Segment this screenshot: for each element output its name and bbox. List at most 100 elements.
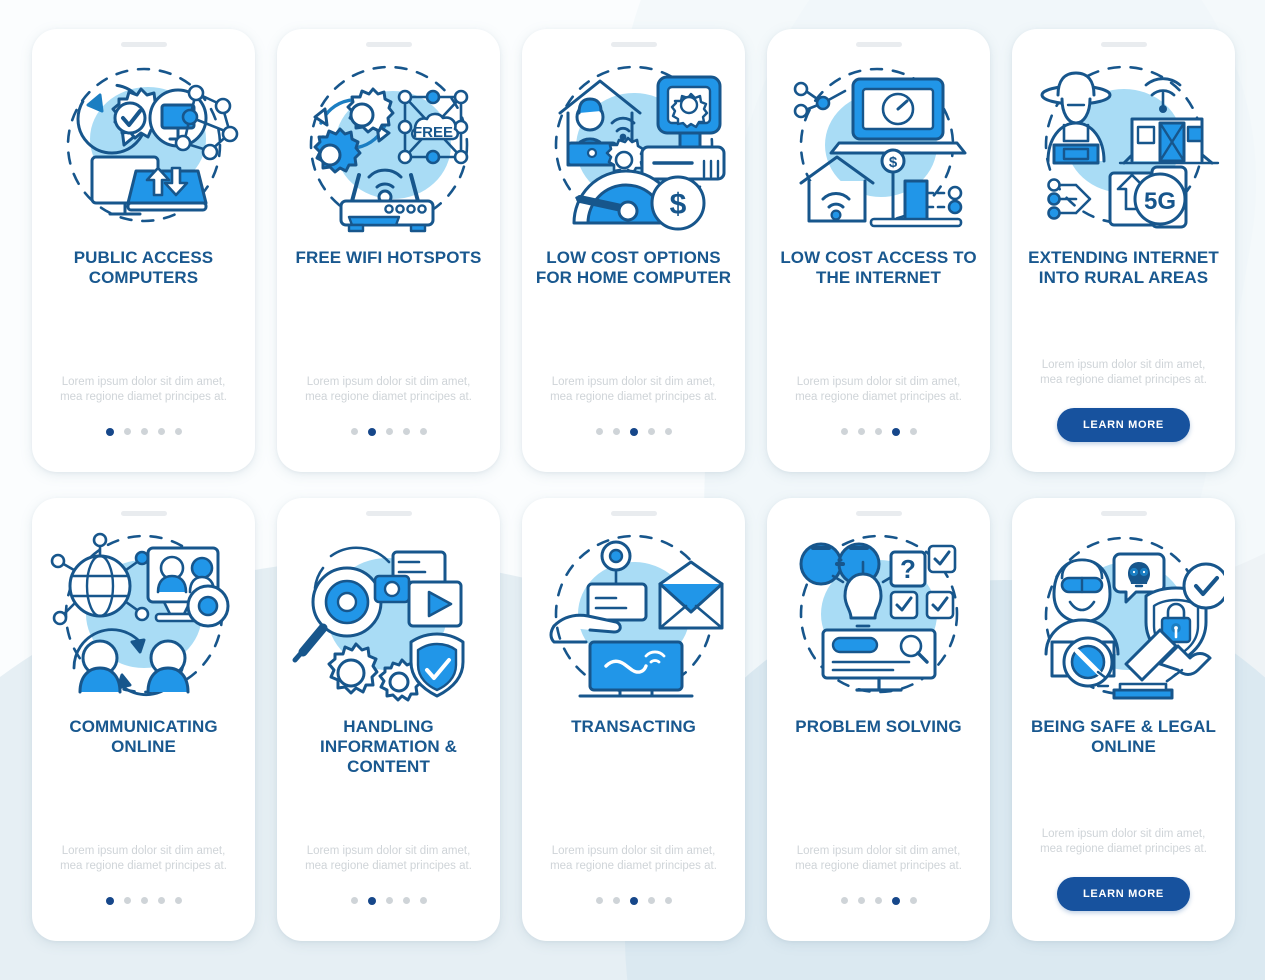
onboarding-screens-grid: PUBLIC ACCESS COMPUTERS Lorem ipsum dolor… xyxy=(0,0,1265,941)
pagination-dot-3[interactable] xyxy=(385,428,393,435)
phone-speaker-bar xyxy=(365,42,412,47)
card-title: TRANSACTING xyxy=(571,717,696,736)
onboarding-card-free-wifi-hotspots[interactable]: FREE FREE WIFI HOTSPOTS Lorem ipsum dolor… xyxy=(277,29,500,472)
svg-text:$: $ xyxy=(669,188,686,221)
globe-network-video-call-users-icon xyxy=(44,528,244,703)
card-body-text: Lorem ipsum dolor sit dim amet, mea regi… xyxy=(305,844,472,872)
pagination-dot-3[interactable] xyxy=(874,428,882,435)
pagination-dot-3[interactable] xyxy=(140,897,148,904)
svg-text:?: ? xyxy=(900,554,916,584)
pagination-dot-5[interactable] xyxy=(174,428,182,435)
learn-more-button[interactable]: LEARN MORE xyxy=(1057,408,1190,442)
pagination-dot-1-active[interactable] xyxy=(105,427,114,436)
lightbulb-checklist-question-search-icon: ? xyxy=(779,528,979,703)
pagination-dot-4[interactable] xyxy=(157,428,165,435)
pagination-dot-3[interactable] xyxy=(874,897,882,904)
card-body-text: Lorem ipsum dolor sit dim amet, mea regi… xyxy=(1040,358,1207,386)
phone-speaker-bar xyxy=(610,511,657,516)
pagination-dot-3[interactable] xyxy=(385,897,393,904)
pagination-dot-3-active[interactable] xyxy=(629,896,638,905)
onboarding-card-public-access-computers[interactable]: PUBLIC ACCESS COMPUTERS Lorem ipsum dolor… xyxy=(32,29,255,472)
card-title: LOW COST OPTIONS FOR HOME COMPUTER xyxy=(535,248,732,288)
pagination-dot-2[interactable] xyxy=(612,428,620,435)
pagination-dot-5[interactable] xyxy=(664,428,672,435)
pagination-dots[interactable] xyxy=(105,427,182,436)
pagination-dot-2[interactable] xyxy=(123,897,131,904)
pagination-dot-4[interactable] xyxy=(647,897,655,904)
card-body-text: Lorem ipsum dolor sit dim amet, mea regi… xyxy=(795,375,962,403)
pagination-dot-1[interactable] xyxy=(840,897,848,904)
pagination-dot-4-active[interactable] xyxy=(891,896,900,905)
pagination-dot-2-active[interactable] xyxy=(367,427,376,436)
pagination-dot-3[interactable] xyxy=(140,428,148,435)
pagination-dot-5[interactable] xyxy=(909,428,917,435)
farmer-barn-5g-upload-icon: 5G xyxy=(1024,59,1224,234)
card-body-text: Lorem ipsum dolor sit dim amet, mea regi… xyxy=(60,844,227,872)
pagination-dot-4[interactable] xyxy=(157,897,165,904)
card-title: LOW COST ACCESS TO THE INTERNET xyxy=(780,248,977,288)
pagination-dot-2[interactable] xyxy=(123,428,131,435)
phone-speaker-bar xyxy=(610,42,657,47)
pagination-dot-4[interactable] xyxy=(402,897,410,904)
pagination-dot-1[interactable] xyxy=(595,897,603,904)
pagination-dots[interactable] xyxy=(595,427,672,436)
learn-more-button[interactable]: LEARN MORE xyxy=(1057,877,1190,911)
pagination-dot-5[interactable] xyxy=(419,428,427,435)
card-body-text: Lorem ipsum dolor sit dim amet, mea regi… xyxy=(795,844,962,872)
pagination-dot-1[interactable] xyxy=(350,897,358,904)
onboarding-card-low-cost-options-for-home-computer[interactable]: $ LOW COST OPTIONS FOR HOME COMPUTER Lore… xyxy=(522,29,745,472)
card-body-text: Lorem ipsum dolor sit dim amet, mea regi… xyxy=(1040,827,1207,855)
svg-text:$: $ xyxy=(888,154,897,171)
card-body-text: Lorem ipsum dolor sit dim amet, mea regi… xyxy=(550,844,717,872)
card-body-text: Lorem ipsum dolor sit dim amet, mea regi… xyxy=(305,375,472,403)
pagination-dot-1-active[interactable] xyxy=(105,896,114,905)
onboarding-card-transacting[interactable]: TRANSACTING Lorem ipsum dolor sit dim ame… xyxy=(522,498,745,941)
onboarding-card-communicating-online[interactable]: COMMUNICATING ONLINE Lorem ipsum dolor si… xyxy=(32,498,255,941)
pagination-dot-2-active[interactable] xyxy=(367,896,376,905)
pagination-dot-2[interactable] xyxy=(857,897,865,904)
pagination-dot-4[interactable] xyxy=(647,428,655,435)
hand-card-envelope-handshake-icon xyxy=(534,528,734,703)
onboarding-card-problem-solving[interactable]: ? PROBLEM SOLVING Lorem ipsum dolor sit d… xyxy=(767,498,990,941)
card-title: COMMUNICATING ONLINE xyxy=(69,717,218,757)
pagination-dot-1[interactable] xyxy=(840,428,848,435)
pagination-dot-5[interactable] xyxy=(664,897,672,904)
home-office-speedometer-dollar-icon: $ xyxy=(534,59,734,234)
onboarding-card-handling-information-and-content[interactable]: HANDLING INFORMATION & CONTENT Lorem ipsu… xyxy=(277,498,500,941)
magnifier-media-files-gears-shield-icon xyxy=(289,528,489,703)
onboarding-card-being-safe-and-legal-online[interactable]: BEING SAFE & LEGAL ONLINE Lorem ipsum dol… xyxy=(1012,498,1235,941)
card-title: HANDLING INFORMATION & CONTENT xyxy=(320,717,457,777)
phone-speaker-bar xyxy=(1100,511,1147,516)
pagination-dots[interactable] xyxy=(595,896,672,905)
phone-speaker-bar xyxy=(120,42,167,47)
onboarding-card-extending-internet-into-rural-areas[interactable]: 5G EXTENDING INTERNET INTO RURAL AREAS Lo… xyxy=(1012,29,1235,472)
pagination-dot-5[interactable] xyxy=(174,897,182,904)
svg-text:5G: 5G xyxy=(1143,188,1175,215)
card-title: BEING SAFE & LEGAL ONLINE xyxy=(1030,717,1217,757)
card-title: FREE WIFI HOTSPOTS xyxy=(295,248,482,267)
pagination-dot-1[interactable] xyxy=(595,428,603,435)
pagination-dot-5[interactable] xyxy=(909,897,917,904)
pagination-dot-3-active[interactable] xyxy=(629,427,638,436)
pagination-dot-5[interactable] xyxy=(419,897,427,904)
pagination-dot-4-active[interactable] xyxy=(891,427,900,436)
pagination-dot-4[interactable] xyxy=(402,428,410,435)
card-body-text: Lorem ipsum dolor sit dim amet, mea regi… xyxy=(550,375,717,403)
pagination-dots[interactable] xyxy=(840,427,917,436)
phone-speaker-bar xyxy=(855,42,902,47)
pagination-dot-2[interactable] xyxy=(857,428,865,435)
gear-check-monitor-network-icon xyxy=(44,59,244,234)
pagination-dots[interactable] xyxy=(350,896,427,905)
svg-text:FREE: FREE xyxy=(412,124,452,141)
pagination-dot-1[interactable] xyxy=(350,428,358,435)
pagination-dots[interactable] xyxy=(840,896,917,905)
phone-speaker-bar xyxy=(120,511,167,516)
phone-speaker-bar xyxy=(365,511,412,516)
onboarding-card-low-cost-access-to-the-internet[interactable]: $ LOW COST ACCESS TO THE INTERNET Lorem i… xyxy=(767,29,990,472)
pagination-dots[interactable] xyxy=(350,427,427,436)
pagination-dots[interactable] xyxy=(105,896,182,905)
phone-speaker-bar xyxy=(855,511,902,516)
pagination-dot-2[interactable] xyxy=(612,897,620,904)
hacker-skull-shield-lock-gavel-icon xyxy=(1024,528,1224,703)
laptop-house-wifi-chart-dollar-icon: $ xyxy=(779,59,979,234)
